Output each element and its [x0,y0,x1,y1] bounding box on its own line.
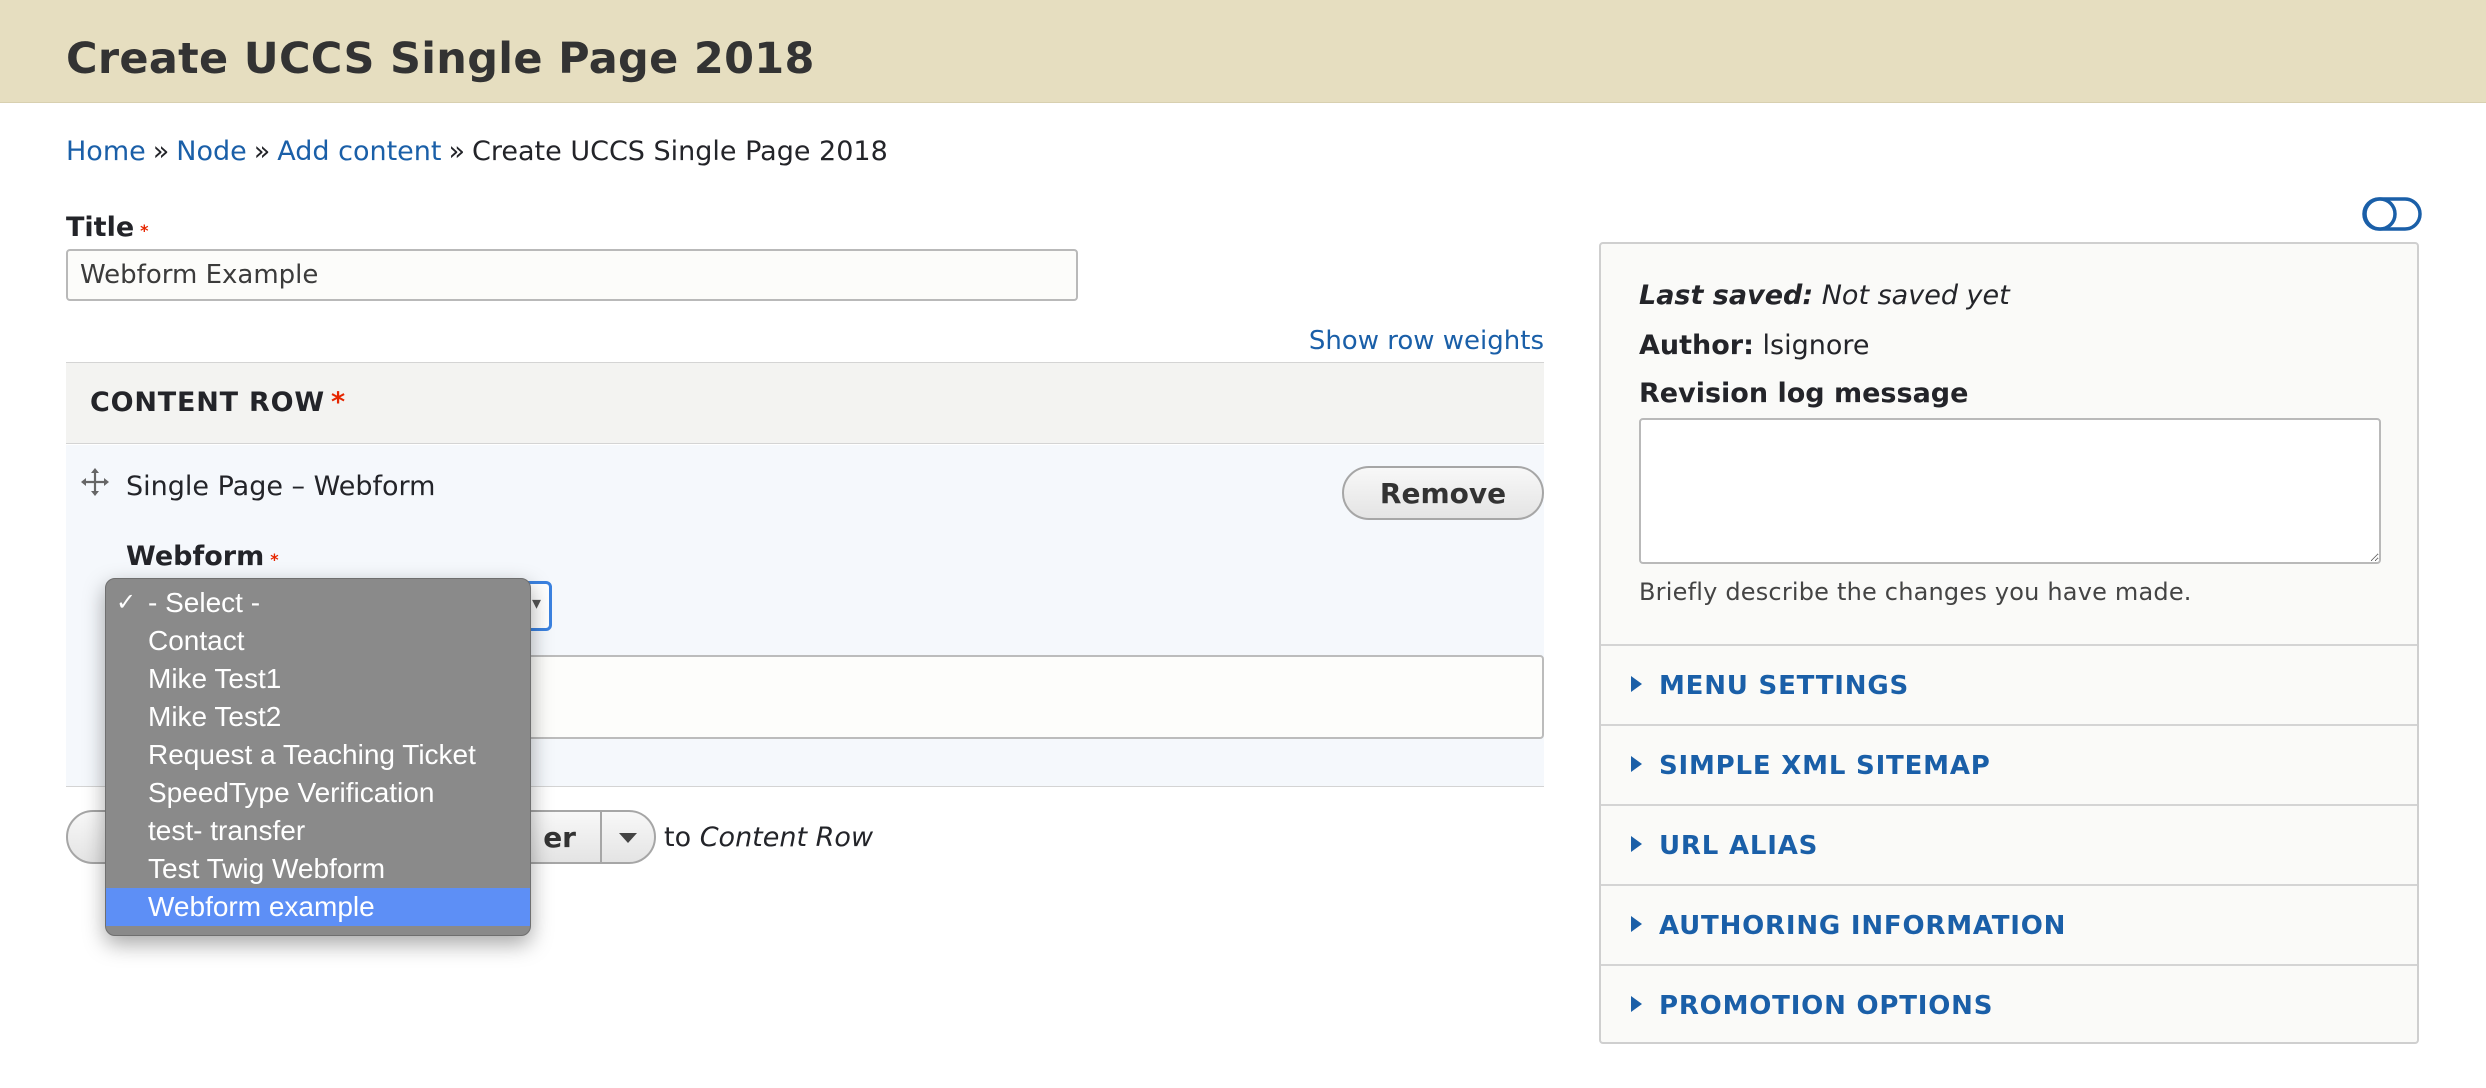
add-options-dropdown-toggle[interactable] [600,810,656,864]
simple-xml-sitemap-section[interactable]: SIMPLE XML SITEMAP [1601,724,2417,804]
promotion-options-section[interactable]: PROMOTION OPTIONS [1601,964,2417,1044]
dropdown-option[interactable]: ✓ - Select - [106,584,530,622]
section-label: PROMOTION OPTIONS [1659,991,1994,1021]
show-row-weights-link[interactable]: Show row weights [1309,326,1544,356]
triangle-right-icon [1631,836,1642,852]
webform-label-text: Webform [126,541,265,572]
dropdown-option-label: Webform example [148,891,375,922]
dropdown-option-label: SpeedType Verification [148,777,435,808]
dropdown-option-label: test- transfer [148,815,306,846]
revision-log-textarea[interactable] [1639,418,2381,564]
author-value: lsignore [1762,330,1870,361]
breadcrumb-separator: » [152,136,170,167]
dropdown-option-highlighted[interactable]: Webform example [106,888,530,926]
to-target: Content Row [699,822,874,853]
section-label: URL ALIAS [1659,831,1819,861]
triangle-right-icon [1631,676,1642,692]
dropdown-option[interactable]: Test Twig Webform [106,850,530,888]
drag-handle-icon[interactable] [80,467,110,497]
dropdown-option-label: Contact [148,625,245,656]
dropdown-option[interactable]: Mike Test2 [106,698,530,736]
title-label-text: Title [66,212,135,243]
triangle-right-icon [1631,756,1642,772]
title-input[interactable] [66,249,1078,301]
required-marker: * [140,221,149,240]
content-row-heading: CONTENT ROW [90,387,325,418]
dropdown-option[interactable]: test- transfer [106,812,530,850]
triangle-right-icon [1631,996,1642,1012]
revision-log-hint: Briefly describe the changes you have ma… [1639,578,2192,606]
dropdown-option[interactable]: Contact [106,622,530,660]
breadcrumb-add-content-link[interactable]: Add content [277,136,441,167]
dropdown-option-label: Request a Teaching Ticket [148,739,476,770]
dropdown-option-label: Test Twig Webform [148,853,386,884]
content-row-header: CONTENT ROW * [66,362,1544,444]
chevron-down-icon: ▾ [531,593,541,614]
required-marker: * [270,550,279,569]
breadcrumb-current: Create UCCS Single Page 2018 [472,136,888,167]
title-label: Title * [66,212,149,243]
dropdown-option-label: Mike Test1 [148,663,282,694]
breadcrumb-node-link[interactable]: Node [176,136,246,167]
dropdown-option-label: Mike Test2 [148,701,282,732]
checkmark-icon: ✓ [116,589,137,616]
to-label: to [664,822,692,853]
triangle-right-icon [1631,916,1642,932]
add-to-text: to Content Row [664,822,873,853]
author: Author: lsignore [1639,330,1869,361]
content-row-title: CONTENT ROW * [90,387,346,418]
url-alias-section[interactable]: URL ALIAS [1601,804,2417,884]
page-title: Create UCCS Single Page 2018 [66,34,815,84]
webform-label: Webform * [126,541,279,572]
remove-button[interactable]: Remove [1342,466,1544,520]
last-saved-label: Last saved: [1639,280,1814,311]
breadcrumb: Home» Node» Add content» Create UCCS Single… [66,136,888,167]
toggle-icon[interactable] [2362,196,2422,232]
authoring-information-section[interactable]: AUTHORING INFORMATION [1601,884,2417,964]
section-label: AUTHORING INFORMATION [1659,911,2067,941]
last-saved-value: Not saved yet [1821,280,2010,311]
menu-settings-section[interactable]: MENU SETTINGS [1601,644,2417,724]
last-saved: Last saved: Not saved yet [1639,280,2010,311]
dropdown-option[interactable]: SpeedType Verification [106,774,530,812]
section-label: MENU SETTINGS [1659,671,1910,701]
node-sidebar: Last saved: Not saved yet Author: lsigno… [1599,242,2419,1044]
section-label: SIMPLE XML SITEMAP [1659,751,1991,781]
breadcrumb-separator: » [253,136,271,167]
paragraph-type-label: Single Page – Webform [126,471,436,502]
breadcrumb-separator: » [448,136,466,167]
dropdown-option[interactable]: Request a Teaching Ticket [106,736,530,774]
webform-select-dropdown: ✓ - Select - Contact Mike Test1 Mike Tes… [105,578,531,936]
breadcrumb-home-link[interactable]: Home [66,136,146,167]
page-header: Create UCCS Single Page 2018 [0,0,2486,103]
revision-log-label: Revision log message [1639,378,1969,409]
required-marker: * [330,387,346,418]
dropdown-option-label: - Select - [148,587,261,618]
dropdown-option[interactable]: Mike Test1 [106,660,530,698]
author-label: Author: [1639,330,1754,361]
